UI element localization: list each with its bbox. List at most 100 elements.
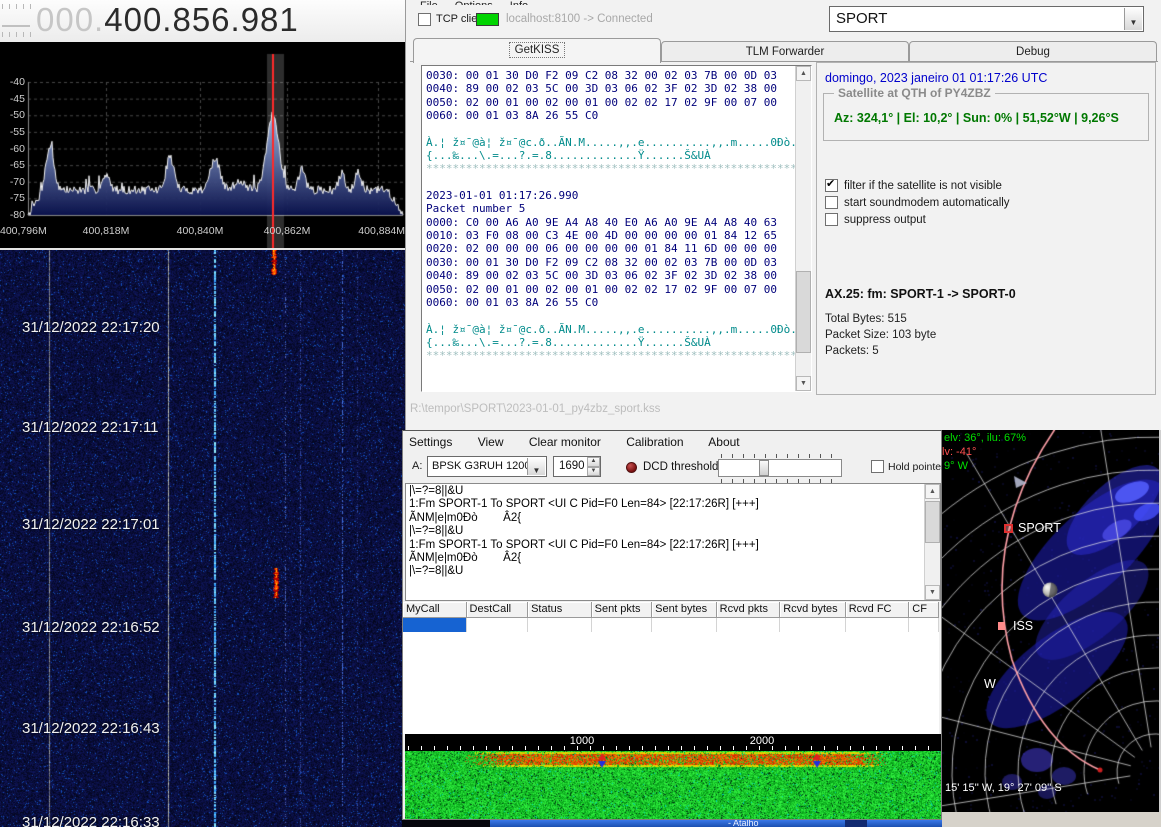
satellite-select-dropdown-button[interactable]: ▼ [1124, 8, 1142, 30]
spin-down-icon[interactable]: ▼ [587, 467, 600, 477]
table-row [403, 618, 939, 632]
col-destcall[interactable]: DestCall [467, 602, 529, 618]
dcd-led [626, 462, 637, 473]
y-tick: -40 [0, 76, 25, 88]
col-status[interactable]: Status [528, 602, 592, 618]
x-tick: 400,862M [255, 225, 319, 237]
ax25-header: AX.25: fm: SPORT-1 -> SPORT-0 [825, 287, 1016, 301]
col-rcvd-pkts[interactable]: Rcvd pkts [717, 602, 781, 618]
iss-marker [998, 622, 1005, 630]
scroll-down-icon[interactable]: ▼ [796, 376, 811, 391]
background-window-titlebar[interactable]: - Atalho [490, 820, 942, 827]
tab-tlm-forwarder[interactable]: TLM Forwarder [661, 41, 909, 62]
waterfall-timestamp: 31/12/2022 22:16:43 [22, 720, 160, 737]
slider-ticks-top [721, 454, 839, 458]
chevron-down-icon: ▼ [533, 466, 541, 475]
col-rcvd-bytes[interactable]: Rcvd bytes [780, 602, 846, 618]
suppress-output-checkbox[interactable] [825, 213, 838, 226]
start-soundmodem-checkbox[interactable] [825, 196, 838, 209]
menu-about[interactable]: About [708, 435, 739, 449]
col-rcvd-fc[interactable]: Rcvd FC [846, 602, 910, 618]
y-tick: -65 [0, 159, 25, 171]
connection-status: localhost:8100 -> Connected [506, 13, 653, 25]
satellite-select[interactable]: SPORT ▼ [829, 6, 1144, 32]
scroll-thumb[interactable] [796, 271, 811, 353]
monitor-scrollbar[interactable]: ▲ ▼ [924, 484, 940, 600]
x-tick: 400,796M [0, 225, 52, 237]
col-cf[interactable]: CF [909, 602, 939, 618]
x-tick: 400,840M [168, 225, 232, 237]
filter-not-visible-checkbox[interactable]: ✔ [825, 179, 838, 192]
sdr-waterfall[interactable]: 31/12/2022 22:17:20 31/12/2022 22:17:11 … [0, 248, 405, 827]
kiss-hex-dump-pane[interactable]: 0030: 00 01 30 D0 F2 09 C2 08 32 00 02 0… [421, 65, 812, 392]
table-cell[interactable] [467, 618, 529, 632]
packet-count: Packets: 5 [825, 345, 879, 357]
qth-group-title: Satellite at QTH of PY4ZBZ [834, 86, 995, 100]
audio-waterfall-canvas[interactable] [405, 751, 941, 819]
scroll-up-icon[interactable]: ▲ [925, 484, 940, 499]
taskbar-sliver: - Atalho [402, 820, 942, 827]
satellite-info-panel: domingo, 2023 janeiro 01 01:17:26 UTC Sa… [816, 62, 1156, 395]
channel-a-label: A: [412, 460, 422, 472]
table-cell[interactable] [846, 618, 910, 632]
spin-up-icon[interactable]: ▲ [587, 457, 600, 467]
center-frequency-spinner[interactable]: 1690 ▲▼ [553, 456, 601, 477]
modem-select[interactable]: BPSK G3RUH 1200bd ▼ [427, 456, 547, 477]
modem-select-dropdown-button[interactable]: ▼ [527, 458, 545, 475]
packet-meta: 2023-01-01 01:17:26.990 Packet number 5 [422, 189, 811, 216]
dcd-threshold-label: DCD threshold [643, 461, 718, 473]
frequency-readout[interactable]: 000.400.856.981 [36, 1, 299, 39]
menu-clear-monitor[interactable]: Clear monitor [529, 435, 601, 449]
spectrum-display[interactable]: -40 -45 -50 -55 -60 -65 -70 -75 -80 400,… [0, 42, 405, 248]
tab-bar: GetKISS TLM Forwarder Debug [413, 38, 1157, 62]
table-cell[interactable] [528, 618, 592, 632]
menu-info[interactable]: Info [510, 0, 528, 5]
menu-options[interactable]: Options [455, 0, 493, 5]
scroll-thumb[interactable] [925, 501, 940, 543]
scroll-down-icon[interactable]: ▼ [925, 585, 940, 600]
table-cell[interactable] [592, 618, 653, 632]
menu-file[interactable]: File [420, 0, 438, 5]
spectrum-canvas[interactable] [0, 42, 405, 248]
col-sent-pkts[interactable]: Sent pkts [592, 602, 653, 618]
waterfall-timestamp: 31/12/2022 22:17:01 [22, 516, 160, 533]
frequency-display-bar[interactable]: 000.400.856.981 [0, 0, 405, 42]
dcd-threshold-slider[interactable] [718, 459, 842, 477]
az-el-sun-line: Az: 324,1° | El: 10,2° | Sun: 0% | 51,52… [834, 111, 1119, 125]
col-mycall[interactable]: MyCall [403, 602, 467, 618]
start-soundmodem-label: start soundmodem automatically [844, 197, 1010, 209]
menu-calibration[interactable]: Calibration [626, 435, 683, 449]
table-cell[interactable] [909, 618, 939, 632]
soundmodem-toolbar: A: BPSK G3RUH 1200bd ▼ 1690 ▲▼ DCD thres… [403, 453, 941, 483]
tab-debug[interactable]: Debug [909, 41, 1157, 62]
frequency-value: 400.856.981 [104, 1, 299, 38]
tab-getkiss[interactable]: GetKISS [413, 38, 661, 63]
elevation-illumination-readout: elv: 36°, ilu: 67% [944, 432, 1026, 444]
atalho-title: - Atalho [728, 820, 759, 827]
table-cell-selected[interactable] [403, 618, 467, 632]
filter-not-visible-label: filter if the satellite is not visible [844, 180, 1002, 192]
menu-view[interactable]: View [478, 435, 504, 449]
slider-thumb[interactable] [759, 460, 769, 476]
hex-dump-full: 0000: C0 00 A6 A0 9E A4 A8 40 E0 A6 A0 9… [422, 216, 811, 310]
hex-scrollbar[interactable]: ▲ ▼ [795, 66, 811, 391]
table-cell[interactable] [717, 618, 781, 632]
tcp-client-checkbox[interactable] [418, 13, 431, 26]
y-tick: -80 [0, 209, 25, 221]
table-cell[interactable] [780, 618, 846, 632]
satellite-tracker-panel: elv: 36°, ilu: 67% lv: -41° 9° W SPORT I… [942, 430, 1161, 827]
table-empty-area [403, 632, 939, 734]
scroll-up-icon[interactable]: ▲ [796, 66, 811, 81]
hold-pointers-checkbox[interactable] [871, 460, 884, 473]
audio-frequency-ruler: 1000 2000 [405, 734, 941, 751]
y-tick: -70 [0, 176, 25, 188]
waterfall-timestamp: 31/12/2022 22:17:11 [22, 419, 159, 436]
col-sent-bytes[interactable]: Sent bytes [652, 602, 717, 618]
table-cell[interactable] [652, 618, 717, 632]
sdr-waterfall-canvas[interactable] [0, 250, 405, 827]
menu-settings[interactable]: Settings [409, 435, 452, 449]
decoded-ascii: À.¦ ž¤¯@à¦ ž¤¯@c.ð..ÃN.M.....,,.e.......… [422, 323, 811, 350]
packet-monitor[interactable]: |\=?=8||&U 1:Fm SPORT-1 To SPORT <UI C P… [405, 483, 941, 601]
tuning-ticks [2, 4, 32, 38]
soundmodem-window: Settings View Clear monitor Calibration … [402, 430, 942, 820]
